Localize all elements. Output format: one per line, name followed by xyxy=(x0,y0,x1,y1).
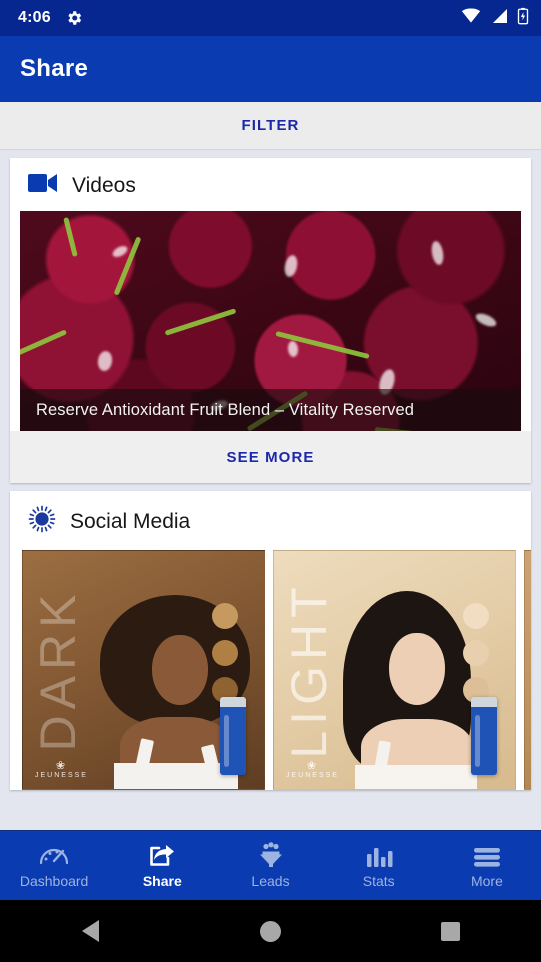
social-media-card-title: Social Media xyxy=(70,509,191,533)
video-caption: Reserve Antioxidant Fruit Blend – Vitali… xyxy=(20,389,521,431)
back-triangle-icon xyxy=(81,920,99,942)
decorative-stem xyxy=(63,216,78,258)
phone-screen: 4:06 Share FILTER Videos Reserve Antioxi… xyxy=(0,0,541,962)
see-more-button[interactable]: SEE MORE xyxy=(10,431,531,483)
brand-logo: ❀ JEUNESSE xyxy=(35,760,88,780)
social-media-carousel[interactable]: DARK ❀ JEUNESSE LIGHT ❀ JEUNESSE xyxy=(10,550,531,790)
filter-bar[interactable]: FILTER xyxy=(0,102,541,150)
android-back-button[interactable] xyxy=(0,920,180,942)
nav-item-dashboard[interactable]: Dashboard xyxy=(0,831,108,900)
decorative-stem xyxy=(164,308,237,336)
decorative-stem xyxy=(20,329,68,357)
home-circle-icon xyxy=(259,920,281,942)
nav-label-share: Share xyxy=(142,873,182,889)
nav-label-dashboard: Dashboard xyxy=(19,873,89,889)
filter-button[interactable]: FILTER xyxy=(242,117,300,134)
nav-label-leads: Leads xyxy=(251,873,290,889)
decorative-highlight xyxy=(110,243,130,260)
video-thumbnail[interactable]: Reserve Antioxidant Fruit Blend – Vitali… xyxy=(20,211,521,431)
social-media-card: Social Media DARK ❀ JEUNESSE LIGHT ❀ JEU… xyxy=(10,491,531,790)
brand-mark: ❀ xyxy=(55,760,68,772)
nav-label-stats: Stats xyxy=(362,873,395,889)
hamburger-menu-icon xyxy=(472,842,502,868)
social-media-card-header: Social Media xyxy=(10,491,531,550)
brand-name: JEUNESSE xyxy=(35,772,88,779)
video-camera-icon xyxy=(28,172,58,199)
brand-name: JEUNESSE xyxy=(286,772,339,779)
nav-item-share[interactable]: Share xyxy=(108,831,216,900)
bottom-navigation: Dashboard Share Leads Stats More xyxy=(0,830,541,900)
product-bottle xyxy=(471,697,497,775)
bar-chart-icon xyxy=(365,842,393,868)
decorative-highlight xyxy=(96,350,114,372)
social-media-item[interactable]: DARK ❀ JEUNESSE xyxy=(22,550,265,790)
videos-card-title: Videos xyxy=(72,173,136,197)
status-bar: 4:06 xyxy=(0,0,541,36)
android-navigation-bar xyxy=(0,900,541,962)
cellular-signal-icon xyxy=(490,8,508,29)
social-card-label: DARK xyxy=(30,588,86,752)
videos-card: Videos Reserve Antioxidant Fruit Blend –… xyxy=(10,158,531,483)
sun-icon xyxy=(28,505,56,538)
wifi-icon xyxy=(461,7,481,29)
decorative-highlight xyxy=(473,310,499,330)
social-media-item[interactable]: LIGHT ❀ JEUNESSE xyxy=(273,550,516,790)
social-media-item[interactable]: MEDIUM ❀ JEUNESSE xyxy=(524,550,531,790)
decorative-stem xyxy=(113,236,142,296)
nav-label-more: More xyxy=(470,873,503,889)
nav-item-stats[interactable]: Stats xyxy=(325,831,433,900)
speedometer-icon xyxy=(39,842,69,868)
brand-logo: ❀ JEUNESSE xyxy=(286,760,339,780)
battery-charging-icon xyxy=(517,7,529,30)
content-scroll-area[interactable]: Videos Reserve Antioxidant Fruit Blend –… xyxy=(0,150,541,830)
android-recents-button[interactable] xyxy=(361,921,541,941)
recents-square-icon xyxy=(441,921,461,941)
videos-card-header: Videos xyxy=(10,158,531,211)
android-home-button[interactable] xyxy=(180,920,360,942)
page-title: Share xyxy=(20,55,89,82)
product-bottle xyxy=(220,697,246,775)
funnel-people-icon xyxy=(256,842,286,868)
decorative-highlight xyxy=(287,340,299,358)
decorative-highlight xyxy=(282,253,300,279)
share-arrow-icon xyxy=(148,842,176,868)
status-bar-time: 4:06 xyxy=(18,9,51,26)
nav-item-leads[interactable]: Leads xyxy=(216,831,324,900)
status-bar-icons xyxy=(461,7,529,30)
brand-mark: ❀ xyxy=(306,760,319,772)
gear-icon xyxy=(65,9,83,27)
social-card-label: LIGHT xyxy=(281,581,337,759)
nav-item-more[interactable]: More xyxy=(433,831,541,900)
decorative-highlight xyxy=(429,240,446,266)
app-bar: Share xyxy=(0,36,541,102)
